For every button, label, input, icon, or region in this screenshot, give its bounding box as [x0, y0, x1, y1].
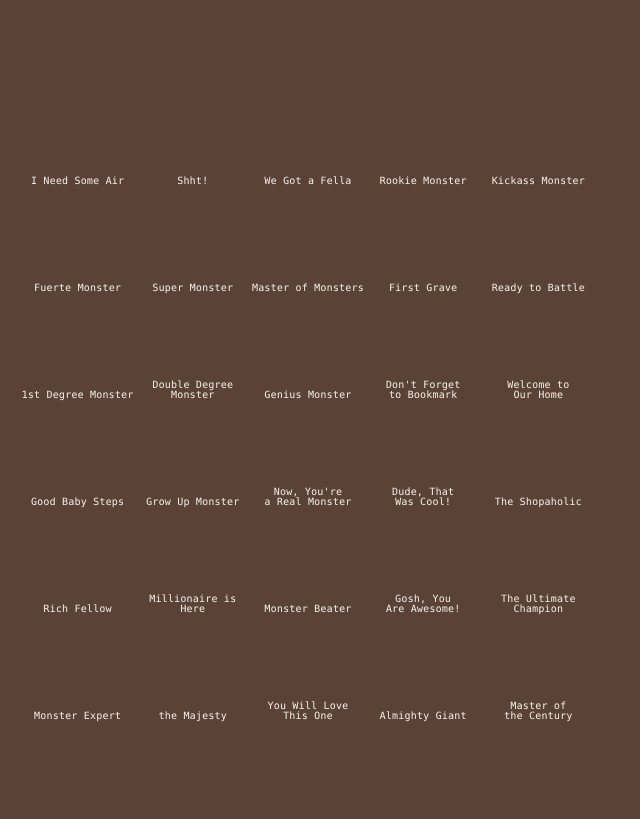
achievement-title: I Need Some Air [30, 176, 125, 187]
achievement-tile[interactable]: Welcome to Our Home [481, 326, 596, 433]
achievement-title: the Majesty [158, 711, 227, 722]
achievement-title: Grow Up Monster [146, 497, 240, 508]
achievement-tile[interactable]: Good Baby Steps [20, 433, 135, 540]
achievement-tile[interactable]: the Majesty [135, 647, 250, 754]
achievement-title: Ready to Battle [491, 283, 585, 294]
achievement-tile[interactable]: Now, You're a Real Monster [250, 433, 365, 540]
achievement-tile[interactable]: 1st Degree Monster [20, 326, 135, 433]
achievement-title: Kickass Monster [491, 176, 585, 187]
achievement-title: Master of the Century [504, 701, 573, 722]
achievement-tile[interactable]: Genius Monster [250, 326, 365, 433]
achievement-tile[interactable]: I Need Some Air [20, 112, 135, 219]
achievement-title: The Ultimate Champion [501, 594, 576, 615]
achievement-tile[interactable]: Monster Beater [250, 540, 365, 647]
achievement-title: The Shopaholic [494, 497, 582, 508]
achievement-tile[interactable]: Grow Up Monster [135, 433, 250, 540]
achievement-title: You Will Love This One [267, 701, 349, 722]
achievement-tile[interactable]: Rookie Monster [366, 112, 481, 219]
achievement-title: Double Degree Monster [152, 380, 234, 401]
achievement-title: Monster Expert [34, 711, 122, 722]
achievement-title: Rookie Monster [379, 176, 467, 187]
achievement-tile[interactable]: Double Degree Monster [135, 326, 250, 433]
achievement-tile[interactable]: Fuerte Monster [20, 219, 135, 326]
achievement-title: Don't Forget to Bookmark [385, 380, 461, 401]
achievement-tile[interactable]: We Got a Fella [250, 112, 365, 219]
achievement-title: 1st Degree Monster [21, 390, 134, 401]
achievement-title: Super Monster [152, 283, 234, 294]
achievement-title: Rich Fellow [43, 604, 112, 615]
achievement-tile[interactable]: Master of the Century [481, 647, 596, 754]
achievement-tile[interactable]: Rich Fellow [20, 540, 135, 647]
achievement-title: Monster Beater [264, 604, 352, 615]
achievement-tile[interactable]: Don't Forget to Bookmark [366, 326, 481, 433]
achievement-grid: I Need Some Air Shht! We Got a Fella Roo… [20, 112, 596, 754]
achievement-title: Now, You're a Real Monster [264, 487, 352, 508]
achievement-tile[interactable]: Monster Expert [20, 647, 135, 754]
achievement-title: Good Baby Steps [30, 497, 125, 508]
achievement-title: Gosh, You Are Awesome! [385, 594, 461, 615]
achievement-title: Almighty Giant [379, 711, 467, 722]
achievement-tile[interactable]: Ready to Battle [481, 219, 596, 326]
achievement-title: Genius Monster [264, 390, 352, 401]
achievement-tile[interactable]: The Shopaholic [481, 433, 596, 540]
achievement-tile[interactable]: Millionaire is Here [135, 540, 250, 647]
achievement-title: Welcome to Our Home [507, 380, 570, 401]
achievement-tile[interactable]: The Ultimate Champion [481, 540, 596, 647]
achievement-tile[interactable]: Kickass Monster [481, 112, 596, 219]
achievement-title: Fuerte Monster [34, 283, 122, 294]
achievement-title: We Got a Fella [264, 176, 352, 187]
achievement-tile[interactable]: Dude, That Was Cool! [366, 433, 481, 540]
achievement-title: Shht! [177, 176, 209, 187]
achievement-tile[interactable]: Almighty Giant [366, 647, 481, 754]
achievement-tile[interactable]: You Will Love This One [250, 647, 365, 754]
achievement-tile[interactable]: Master of Monsters [250, 219, 365, 326]
achievement-title: Millionaire is Here [149, 594, 237, 615]
achievement-tile[interactable]: Super Monster [135, 219, 250, 326]
achievement-title: Dude, That Was Cool! [392, 487, 455, 508]
achievement-title: First Grave [388, 283, 458, 294]
achievement-tile[interactable]: First Grave [366, 219, 481, 326]
achievement-tile[interactable]: Gosh, You Are Awesome! [366, 540, 481, 647]
achievement-title: Master of Monsters [251, 283, 364, 294]
achievement-tile[interactable]: Shht! [135, 112, 250, 219]
